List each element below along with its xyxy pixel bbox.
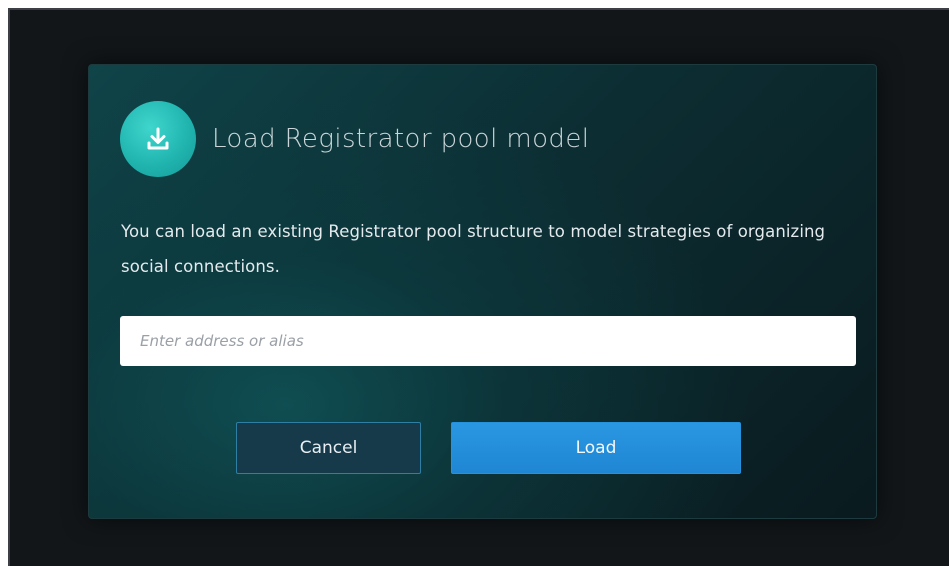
load-model-dialog: Load Registrator pool model You can load… [88, 64, 877, 519]
dialog-title: Load Registrator pool model [212, 124, 590, 154]
screen-background: Load Registrator pool model You can load… [8, 8, 949, 566]
address-input[interactable] [120, 316, 856, 366]
load-button[interactable]: Load [451, 422, 741, 474]
dialog-header: Load Registrator pool model [120, 101, 589, 177]
cancel-button[interactable]: Cancel [236, 422, 421, 474]
download-icon [147, 127, 169, 150]
dialog-description: You can load an existing Registrator poo… [121, 222, 826, 276]
download-icon-badge [120, 101, 196, 177]
